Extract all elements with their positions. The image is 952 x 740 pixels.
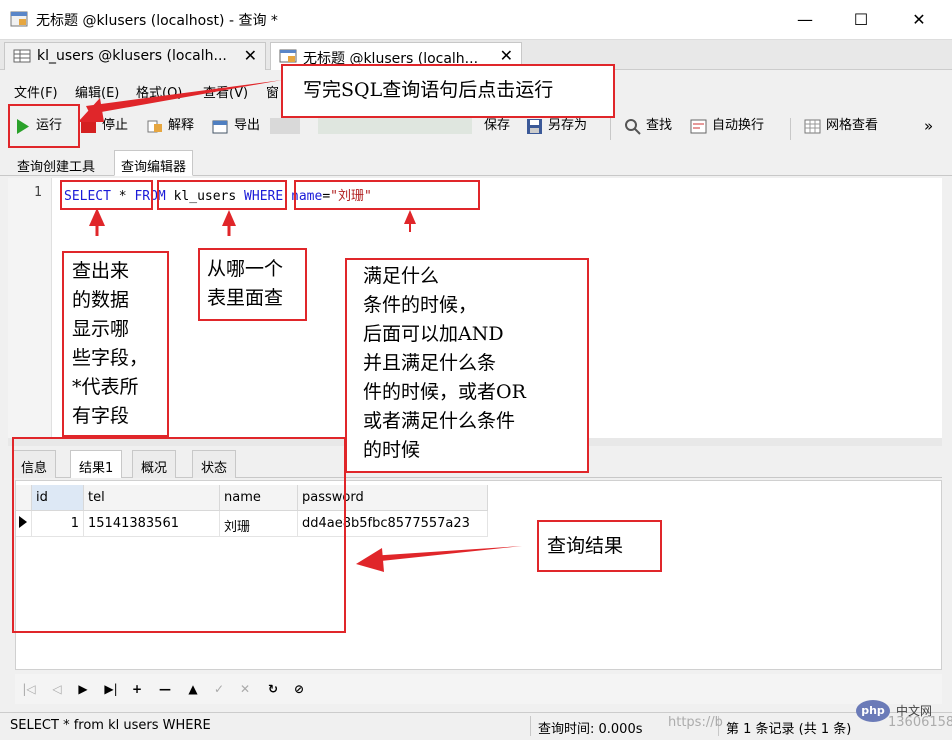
export-button[interactable]: 导出	[212, 117, 260, 139]
save-label: 保存	[484, 118, 511, 133]
word-wrap-label: 自动换行	[712, 118, 765, 133]
stop-label: 停止	[102, 118, 129, 133]
annotation-line: 并且满足什么条	[363, 352, 497, 374]
annotation-line: 查出来	[72, 260, 130, 282]
annotation-result: 查询结果	[537, 520, 662, 572]
stop-icon	[81, 120, 96, 133]
find-button[interactable]: 查找	[624, 117, 672, 139]
annotation-line: 满足什么	[363, 265, 440, 287]
floppy-icon	[527, 119, 542, 134]
status-bar: SELECT * from kl users WHERE 查询时间: 0.000…	[0, 712, 952, 740]
annotation-line: 的数据	[72, 289, 130, 311]
find-label: 查找	[646, 118, 673, 133]
edit-record-button[interactable]: ▲	[185, 681, 201, 697]
annotation-line: 后面可以加AND	[363, 323, 504, 345]
close-icon[interactable]: ✕	[244, 46, 257, 65]
blurred-region	[270, 118, 300, 134]
query-sub-tabs: 查询创建工具 查询编辑器	[0, 148, 952, 176]
explain-button[interactable]: 解释	[146, 117, 194, 139]
toolbar-separator	[790, 118, 791, 140]
menu-view[interactable]: 查看(V)	[203, 82, 248, 101]
select-highlight	[60, 180, 153, 210]
maximize-button[interactable]: ☐	[846, 8, 876, 32]
toolbar-overflow-button[interactable]: »	[924, 117, 933, 139]
word-wrap-icon	[690, 119, 707, 134]
delete-record-button[interactable]: —	[157, 681, 173, 697]
menu-format[interactable]: 格式(O)	[136, 82, 182, 101]
explain-icon	[147, 120, 162, 133]
annotation-line: 件的时候，或者OR	[363, 381, 526, 403]
annotation-line: 些字段，	[72, 347, 149, 369]
save-as-button[interactable]: 另存为	[526, 117, 587, 139]
menu-file[interactable]: 文件(F)	[14, 82, 58, 101]
status-query-time: 查询时间: 0.000s	[538, 722, 643, 737]
editor-gutter: 1	[8, 178, 52, 438]
first-record-button[interactable]: |◁	[21, 681, 37, 697]
grid-icon	[804, 119, 821, 134]
watermark-text: https://b	[668, 715, 723, 730]
annotation-line: 条件的时候，	[363, 294, 478, 316]
stop-loading-button[interactable]: ⊘	[291, 681, 307, 697]
magnifier-icon	[625, 119, 641, 135]
grid-view-button[interactable]: 网格查看	[804, 117, 878, 139]
last-record-button[interactable]: ▶|	[103, 681, 119, 697]
export-icon	[212, 120, 228, 134]
doc-tab-label: kl_users @klusers (localh...	[37, 48, 227, 64]
annotation-run-hint: 写完SQL查询语句后点击运行	[281, 64, 615, 118]
doc-tab-kl-users[interactable]: kl_users @klusers (localh... ✕	[4, 42, 266, 70]
grid-view-label: 网格查看	[826, 118, 879, 133]
next-record-button[interactable]: ▶	[75, 681, 91, 697]
window-title: 无标题 @klusers (localhost) - 查询 *	[36, 13, 278, 29]
where-highlight	[294, 180, 480, 210]
blurred-region	[318, 118, 472, 134]
annotation-text: 查询结果	[547, 535, 624, 557]
apply-changes-button[interactable]: ✓	[211, 681, 227, 697]
discard-changes-button[interactable]: ✕	[237, 681, 253, 697]
status-record-count: 第 1 条记录 (共 1 条)	[726, 722, 852, 737]
add-record-button[interactable]: +	[129, 681, 145, 697]
grid-navigation-bar: |◁ ◁ ▶ ▶| + — ▲ ✓ ✕ ↻ ⊘	[15, 674, 942, 704]
annotation-from-table: 从哪一个 表里面查	[198, 248, 307, 321]
tab-query-editor[interactable]: 查询编辑器	[114, 150, 194, 176]
tab-query-builder[interactable]: 查询创建工具	[10, 150, 102, 176]
navicat-app-icon	[10, 11, 28, 27]
annotation-text: 写完SQL查询语句后点击运行	[303, 79, 554, 101]
window-titlebar: 无标题 @klusers (localhost) - 查询 * — ☐ ✕	[0, 0, 952, 40]
close-icon[interactable]: ✕	[500, 46, 513, 65]
line-number: 1	[34, 185, 42, 200]
run-button-highlight	[8, 104, 80, 148]
refresh-button[interactable]: ↻	[265, 681, 281, 697]
annotation-line: 或者满足什么条件	[363, 410, 516, 432]
php-logo: php	[856, 700, 890, 722]
php-cn-text: 中文网	[896, 704, 933, 718]
stop-button[interactable]: 停止	[80, 117, 128, 139]
result-highlight	[12, 437, 346, 633]
annotation-line: 显示哪	[72, 318, 130, 340]
annotation-where-condition: 满足什么 条件的时候， 后面可以加AND 并且满足什么条 件的时候，或者OR 或…	[345, 258, 589, 473]
from-highlight	[157, 180, 287, 210]
word-wrap-button[interactable]: 自动换行	[690, 117, 764, 139]
close-button[interactable]: ✕	[904, 8, 934, 32]
table-icon	[13, 49, 31, 63]
annotation-line: 有字段	[72, 405, 130, 427]
annotation-line: 的时候	[363, 439, 421, 461]
save-as-label: 另存为	[548, 118, 588, 133]
export-label: 导出	[234, 118, 261, 133]
annotation-select-fields: 查出来 的数据 显示哪 些字段， *代表所 有字段	[62, 251, 169, 437]
annotation-line: 表里面查	[207, 287, 284, 309]
menu-edit[interactable]: 编辑(E)	[75, 82, 119, 101]
menu-window[interactable]: 窗	[266, 82, 279, 101]
status-separator	[530, 716, 531, 736]
annotation-line: *代表所	[72, 376, 139, 398]
prev-record-button[interactable]: ◁	[49, 681, 65, 697]
explain-label: 解释	[168, 118, 195, 133]
annotation-line: 从哪一个	[207, 258, 284, 280]
status-query-text: SELECT * from kl users WHERE	[10, 718, 211, 733]
save-button[interactable]: 保存	[466, 117, 510, 139]
minimize-button[interactable]: —	[790, 8, 820, 32]
toolbar-separator	[610, 118, 611, 140]
query-icon	[279, 49, 297, 63]
